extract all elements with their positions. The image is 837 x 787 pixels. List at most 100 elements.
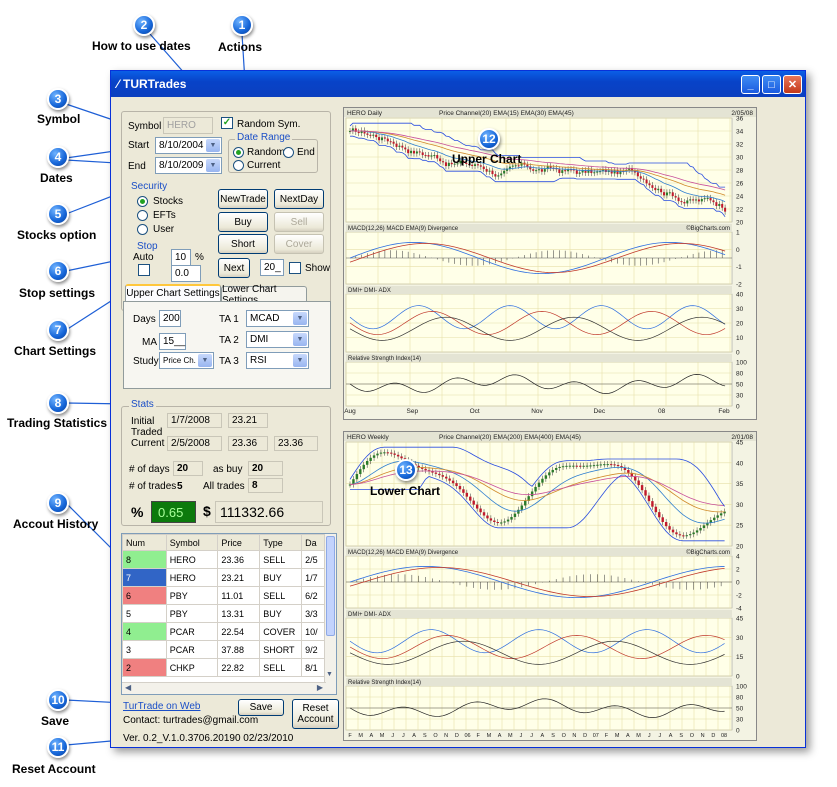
ta1-select[interactable]: MCAD ▼: [246, 310, 309, 327]
x-tick-label: A: [541, 733, 545, 739]
callout-7-label: Chart Settings: [14, 344, 97, 358]
history-header-num[interactable]: Num: [122, 534, 167, 551]
history-cell-num: 2: [122, 658, 167, 677]
days-input[interactable]: 200: [159, 310, 181, 327]
ta1-value: MCAD: [250, 313, 280, 324]
history-header-da[interactable]: Da: [301, 534, 327, 551]
candle: [455, 483, 458, 487]
candle: [500, 173, 503, 176]
close-button[interactable]: ✕: [783, 75, 802, 94]
new-trade-button[interactable]: NewTrade: [218, 189, 268, 209]
tab-upper-chart-settings[interactable]: Upper Chart Settings: [125, 284, 221, 301]
date-range-title: Date Range: [235, 132, 293, 143]
next-button[interactable]: Next: [218, 258, 250, 278]
reset-account-button[interactable]: Reset Account: [292, 699, 339, 729]
candle: [713, 517, 716, 521]
table-row[interactable]: 8 HERO 23.36 SELL 2/5: [122, 550, 327, 569]
history-cell-symbol: PBY: [165, 604, 219, 623]
ta3-select[interactable]: RSI ▼: [246, 352, 309, 369]
table-row[interactable]: 3 PCAR 37.88 SHORT 9/2: [122, 640, 327, 659]
etfs-radio[interactable]: [137, 210, 148, 221]
table-row[interactable]: 5 PBY 13.31 BUY 3/3: [122, 604, 327, 623]
candle: [404, 147, 407, 150]
table-row[interactable]: 2 CHKP 22.82 SELL 8/1: [122, 658, 327, 677]
save-button[interactable]: Save: [238, 699, 284, 716]
candle: [418, 151, 421, 153]
scroll-thumb[interactable]: [326, 536, 335, 636]
y-tick-label: 0: [736, 580, 740, 587]
ta2-select[interactable]: DMI ▼: [246, 331, 309, 348]
ma-input[interactable]: 15__: [159, 333, 186, 350]
random-date-radio[interactable]: [233, 147, 244, 158]
ma-label: MA: [142, 337, 157, 348]
table-row[interactable]: 4 PCAR 22.54 COVER 10/: [122, 622, 327, 641]
history-header-type[interactable]: Type: [259, 534, 303, 551]
next-days-input[interactable]: 20_: [260, 259, 284, 276]
chevron-right-icon[interactable]: ▶: [317, 683, 323, 692]
ta3-label: TA 3: [219, 356, 239, 367]
callout-7-badge: 7: [47, 319, 69, 341]
candle: [383, 137, 386, 139]
start-date-picker[interactable]: 8/10/2004 ▼: [155, 137, 222, 154]
minimize-button[interactable]: _: [741, 75, 760, 94]
vertical-scrollbar[interactable]: ▼: [324, 534, 336, 694]
stop-value-input[interactable]: 0.0: [171, 265, 201, 282]
cover-button[interactable]: Cover: [274, 234, 324, 254]
title-bar[interactable]: ⁄ TURTrades _ □ ✕: [111, 71, 805, 97]
buy-button[interactable]: Buy: [218, 212, 268, 232]
days-count-label: # of days: [129, 464, 170, 475]
candle: [445, 476, 448, 479]
symbol-input[interactable]: HERO: [163, 117, 213, 134]
candle: [383, 452, 386, 454]
x-tick-label: F: [348, 733, 352, 739]
table-row[interactable]: 7 HERO 23.21 BUY 1/7: [122, 568, 327, 587]
web-link[interactable]: TurTrade on Web: [123, 701, 200, 712]
candle: [380, 137, 384, 141]
next-day-button[interactable]: NextDay: [274, 189, 324, 209]
chevron-down-icon: ▼: [293, 312, 307, 325]
horizontal-scrollbar[interactable]: ◀ ▶: [122, 682, 326, 694]
x-tick-label: 08: [658, 408, 666, 415]
maximize-button[interactable]: □: [762, 75, 781, 94]
chevron-down-icon[interactable]: ▼: [326, 671, 333, 678]
x-tick-label: N: [444, 733, 448, 739]
stocks-radio[interactable]: [137, 196, 148, 207]
history-cell-date: 10/: [301, 622, 327, 641]
candle: [369, 457, 372, 461]
callout-9-label: Accout History: [13, 517, 99, 531]
study-select[interactable]: Price Ch. ▼: [159, 352, 214, 369]
traded-label: Traded: [131, 427, 163, 438]
chevron-left-icon[interactable]: ◀: [125, 683, 131, 692]
end-date-radio[interactable]: [283, 147, 294, 158]
y-tick-label: 22: [736, 207, 744, 214]
account-history-table[interactable]: Num Symbol Price Type Da 8 HERO 23.36 SELL 2/5 7 H…: [121, 533, 337, 695]
candle: [551, 469, 554, 473]
x-tick-label: N: [701, 733, 705, 739]
initial-date: 1/7/2008: [167, 413, 222, 428]
candle: [427, 155, 430, 157]
history-header-symbol[interactable]: Symbol: [165, 534, 219, 551]
candle: [508, 166, 511, 169]
random-symbol-checkbox[interactable]: ✓: [221, 117, 233, 129]
history-cell-date: 6/2: [301, 586, 327, 605]
end-date-picker[interactable]: 8/10/2009 ▼: [155, 157, 222, 174]
user-radio[interactable]: [137, 224, 148, 235]
study-label: Study: [133, 356, 159, 367]
initial-label: Initial: [131, 416, 155, 427]
start-date-label: Start: [128, 140, 150, 151]
history-cell-price: 37.88: [217, 640, 261, 659]
short-button[interactable]: Short: [218, 234, 268, 254]
history-header-price[interactable]: Price: [217, 534, 261, 551]
x-tick-label: M: [380, 733, 385, 739]
sell-button[interactable]: Sell: [274, 212, 324, 232]
callout-2-badge: 2: [133, 14, 155, 36]
candle: [424, 155, 427, 157]
x-tick-label: F: [605, 733, 609, 739]
stop-auto-checkbox[interactable]: [138, 264, 150, 276]
stop-percent-input[interactable]: 10: [171, 249, 191, 266]
show-checkbox[interactable]: [289, 262, 301, 274]
candle: [357, 131, 360, 134]
current-date-radio[interactable]: [233, 160, 244, 171]
table-row[interactable]: 6 PBY 11.01 SELL 6/2: [122, 586, 327, 605]
history-cell-symbol: CHKP: [165, 658, 219, 677]
